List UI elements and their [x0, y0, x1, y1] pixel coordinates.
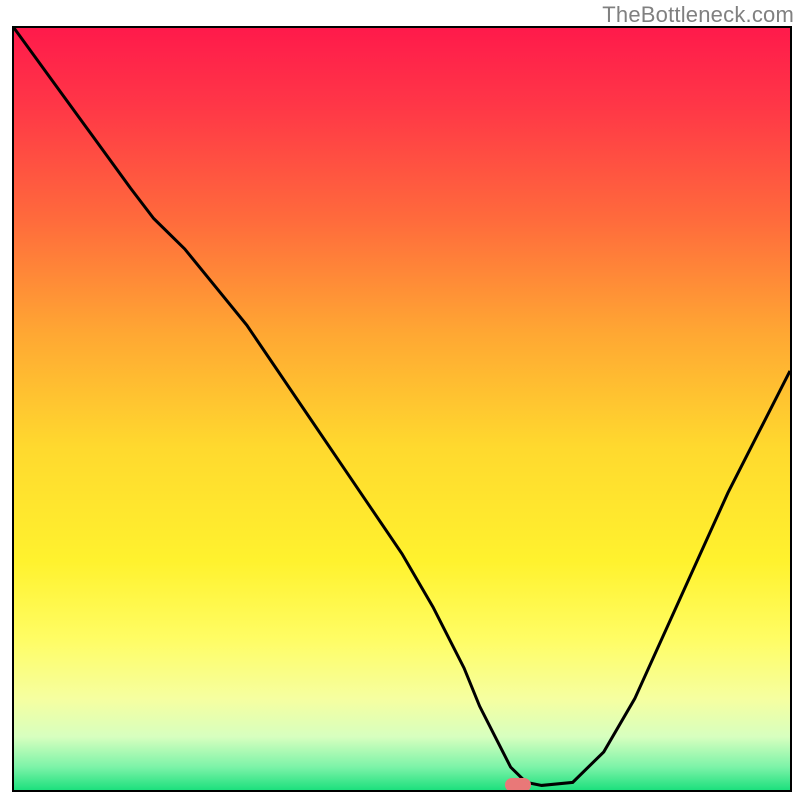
curve-path: [14, 28, 790, 785]
plot-frame: [12, 26, 792, 792]
optimal-marker: [505, 778, 531, 792]
chart-stage: TheBottleneck.com: [0, 0, 800, 800]
bottleneck-curve: [14, 28, 790, 790]
watermark-text: TheBottleneck.com: [602, 2, 794, 28]
